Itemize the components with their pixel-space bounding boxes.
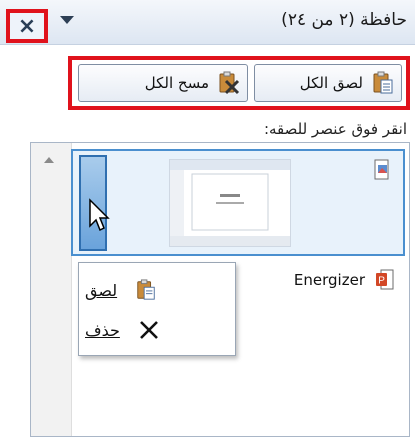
powerpoint-icon: P [376, 269, 394, 290]
clear-all-label: مسح الكل [144, 74, 209, 92]
clear-all-icon [219, 71, 240, 95]
mouse-cursor-icon [89, 198, 110, 232]
paste-all-label: لصق الكل [299, 74, 363, 92]
item-context-menu: لصق حذف [78, 262, 236, 356]
pane-title: حافظة (٢ من ٢٤) [281, 10, 407, 30]
image-item-icon [374, 159, 389, 180]
clipboard-item-image[interactable] [71, 149, 405, 256]
clipboard-pane: × حافظة (٢ من ٢٤) لصق الكل مسح الكل انقر… [0, 0, 415, 437]
menu-item-label: حذف [85, 320, 120, 340]
scrollbar[interactable] [31, 143, 72, 436]
paste-all-button[interactable]: لصق الكل [254, 64, 402, 102]
close-icon: × [17, 13, 37, 39]
paste-icon [137, 279, 155, 300]
menu-item-paste[interactable]: لصق [85, 271, 225, 309]
pane-header: × حافظة (٢ من ٢٤) [0, 0, 415, 45]
close-button[interactable]: × [6, 9, 48, 43]
svg-text:P: P [378, 276, 385, 287]
image-thumbnail [169, 159, 291, 247]
clear-all-button[interactable]: مسح الكل [78, 64, 248, 102]
item-label: Energizer [293, 271, 365, 289]
paste-all-icon [373, 71, 393, 94]
scroll-up-icon[interactable] [44, 157, 54, 163]
chevron-down-icon[interactable] [60, 16, 74, 24]
menu-item-label: لصق [85, 280, 118, 300]
instruction-text: انقر فوق عنصر للصقه: [263, 120, 407, 138]
delete-x-icon [139, 321, 158, 339]
menu-item-delete[interactable]: حذف [85, 311, 225, 349]
